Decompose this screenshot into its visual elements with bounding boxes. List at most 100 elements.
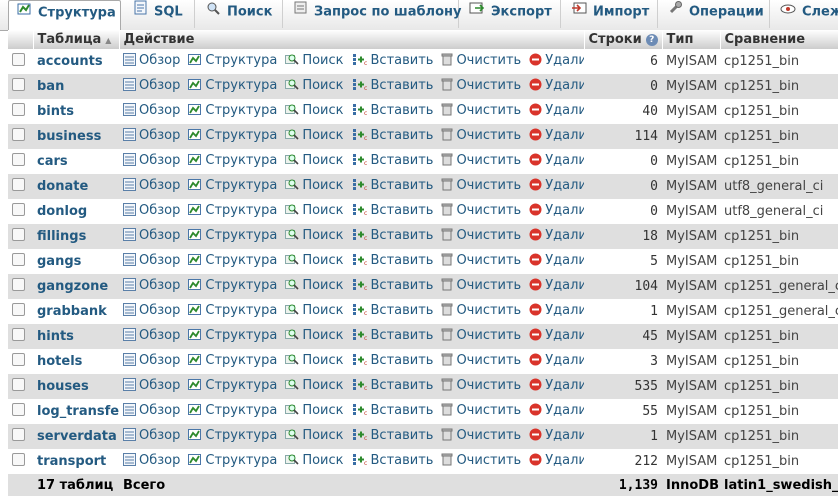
tab-sql[interactable]: SQL (125, 0, 195, 28)
action-empty-link[interactable]: Очистить (441, 353, 521, 368)
action-empty-link[interactable]: Очистить (441, 453, 521, 468)
action-empty-link[interactable]: Очистить (441, 128, 521, 143)
table-name-link[interactable]: cars (33, 149, 119, 174)
action-insert-link[interactable]: c Вставить (352, 78, 433, 93)
table-name-link[interactable]: gangzone (33, 274, 119, 299)
row-checkbox[interactable] (12, 453, 25, 466)
action-search-link[interactable]: Поиск (285, 328, 344, 343)
action-structure-link[interactable]: Структура (188, 203, 277, 218)
table-name-link[interactable]: transport (33, 449, 119, 474)
action-search-link[interactable]: Поиск (285, 78, 344, 93)
tab-query[interactable]: Запрос по шаблону (285, 0, 461, 28)
action-browse-link[interactable]: Обзор (123, 203, 180, 218)
row-checkbox[interactable] (12, 103, 25, 116)
action-search-link[interactable]: Поиск (285, 228, 344, 243)
action-browse-link[interactable]: Обзор (123, 453, 180, 468)
action-empty-link[interactable]: Очистить (441, 253, 521, 268)
action-browse-link[interactable]: Обзор (123, 153, 180, 168)
action-search-link[interactable]: Поиск (285, 253, 344, 268)
row-checkbox[interactable] (12, 353, 25, 366)
table-name-link[interactable]: hotels (33, 349, 119, 374)
action-browse-link[interactable]: Обзор (123, 278, 180, 293)
action-search-link[interactable]: Поиск (285, 403, 344, 418)
table-name-link[interactable]: business (33, 124, 119, 149)
action-structure-link[interactable]: Структура (188, 453, 277, 468)
action-structure-link[interactable]: Структура (188, 278, 277, 293)
action-browse-link[interactable]: Обзор (123, 353, 180, 368)
action-insert-link[interactable]: c Вставить (352, 453, 433, 468)
action-drop-link[interactable]: Удалить (529, 178, 584, 193)
row-checkbox[interactable] (12, 328, 25, 341)
action-search-link[interactable]: Поиск (285, 428, 344, 443)
table-name-link[interactable]: hints (33, 324, 119, 349)
action-drop-link[interactable]: Удалить (529, 253, 584, 268)
action-browse-link[interactable]: Обзор (123, 228, 180, 243)
row-checkbox[interactable] (12, 153, 25, 166)
action-drop-link[interactable]: Удалить (529, 403, 584, 418)
table-name-link[interactable]: donlog (33, 199, 119, 224)
action-insert-link[interactable]: c Вставить (352, 303, 433, 318)
action-empty-link[interactable]: Очистить (441, 103, 521, 118)
action-search-link[interactable]: Поиск (285, 103, 344, 118)
action-drop-link[interactable]: Удалить (529, 353, 584, 368)
help-icon[interactable]: ? (645, 33, 658, 46)
action-structure-link[interactable]: Структура (188, 378, 277, 393)
table-name-link[interactable]: houses (33, 374, 119, 399)
action-insert-link[interactable]: c Вставить (352, 153, 433, 168)
action-browse-link[interactable]: Обзор (123, 253, 180, 268)
action-empty-link[interactable]: Очистить (441, 78, 521, 93)
row-checkbox[interactable] (12, 428, 25, 441)
action-search-link[interactable]: Поиск (285, 53, 344, 68)
action-drop-link[interactable]: Удалить (529, 228, 584, 243)
table-name-link[interactable]: accounts (33, 49, 119, 74)
action-drop-link[interactable]: Удалить (529, 103, 584, 118)
action-insert-link[interactable]: c Вставить (352, 253, 433, 268)
action-browse-link[interactable]: Обзор (123, 428, 180, 443)
row-checkbox[interactable] (12, 253, 25, 266)
action-drop-link[interactable]: Удалить (529, 78, 584, 93)
table-name-link[interactable]: serverdata (33, 424, 119, 449)
action-structure-link[interactable]: Структура (188, 303, 277, 318)
row-checkbox[interactable] (12, 378, 25, 391)
action-browse-link[interactable]: Обзор (123, 128, 180, 143)
row-checkbox[interactable] (12, 178, 25, 191)
action-structure-link[interactable]: Структура (188, 153, 277, 168)
action-drop-link[interactable]: Удалить (529, 378, 584, 393)
action-insert-link[interactable]: c Вставить (352, 353, 433, 368)
action-drop-link[interactable]: Удалить (529, 303, 584, 318)
action-drop-link[interactable]: Удалить (529, 428, 584, 443)
action-insert-link[interactable]: c Вставить (352, 128, 433, 143)
action-empty-link[interactable]: Очистить (441, 278, 521, 293)
action-browse-link[interactable]: Обзор (123, 378, 180, 393)
action-search-link[interactable]: Поиск (285, 453, 344, 468)
action-search-link[interactable]: Поиск (285, 303, 344, 318)
action-structure-link[interactable]: Структура (188, 353, 277, 368)
action-browse-link[interactable]: Обзор (123, 103, 180, 118)
action-empty-link[interactable]: Очистить (441, 153, 521, 168)
tab-eye[interactable]: Слеж (772, 0, 838, 28)
action-search-link[interactable]: Поиск (285, 378, 344, 393)
action-insert-link[interactable]: c Вставить (352, 103, 433, 118)
action-structure-link[interactable]: Структура (188, 253, 277, 268)
action-search-link[interactable]: Поиск (285, 278, 344, 293)
action-browse-link[interactable]: Обзор (123, 328, 180, 343)
action-structure-link[interactable]: Структура (188, 103, 277, 118)
action-empty-link[interactable]: Очистить (441, 403, 521, 418)
action-empty-link[interactable]: Очистить (441, 53, 521, 68)
tab-search[interactable]: Поиск (198, 0, 283, 28)
action-insert-link[interactable]: c Вставить (352, 278, 433, 293)
tab-export[interactable]: Экспорт (461, 0, 561, 28)
row-checkbox[interactable] (12, 78, 25, 91)
action-drop-link[interactable]: Удалить (529, 203, 584, 218)
action-insert-link[interactable]: c Вставить (352, 378, 433, 393)
action-empty-link[interactable]: Очистить (441, 328, 521, 343)
row-checkbox[interactable] (12, 403, 25, 416)
action-browse-link[interactable]: Обзор (123, 78, 180, 93)
action-insert-link[interactable]: c Вставить (352, 428, 433, 443)
action-search-link[interactable]: Поиск (285, 353, 344, 368)
action-insert-link[interactable]: c Вставить (352, 53, 433, 68)
action-insert-link[interactable]: c Вставить (352, 203, 433, 218)
action-search-link[interactable]: Поиск (285, 128, 344, 143)
row-checkbox[interactable] (12, 53, 25, 66)
action-structure-link[interactable]: Структура (188, 403, 277, 418)
